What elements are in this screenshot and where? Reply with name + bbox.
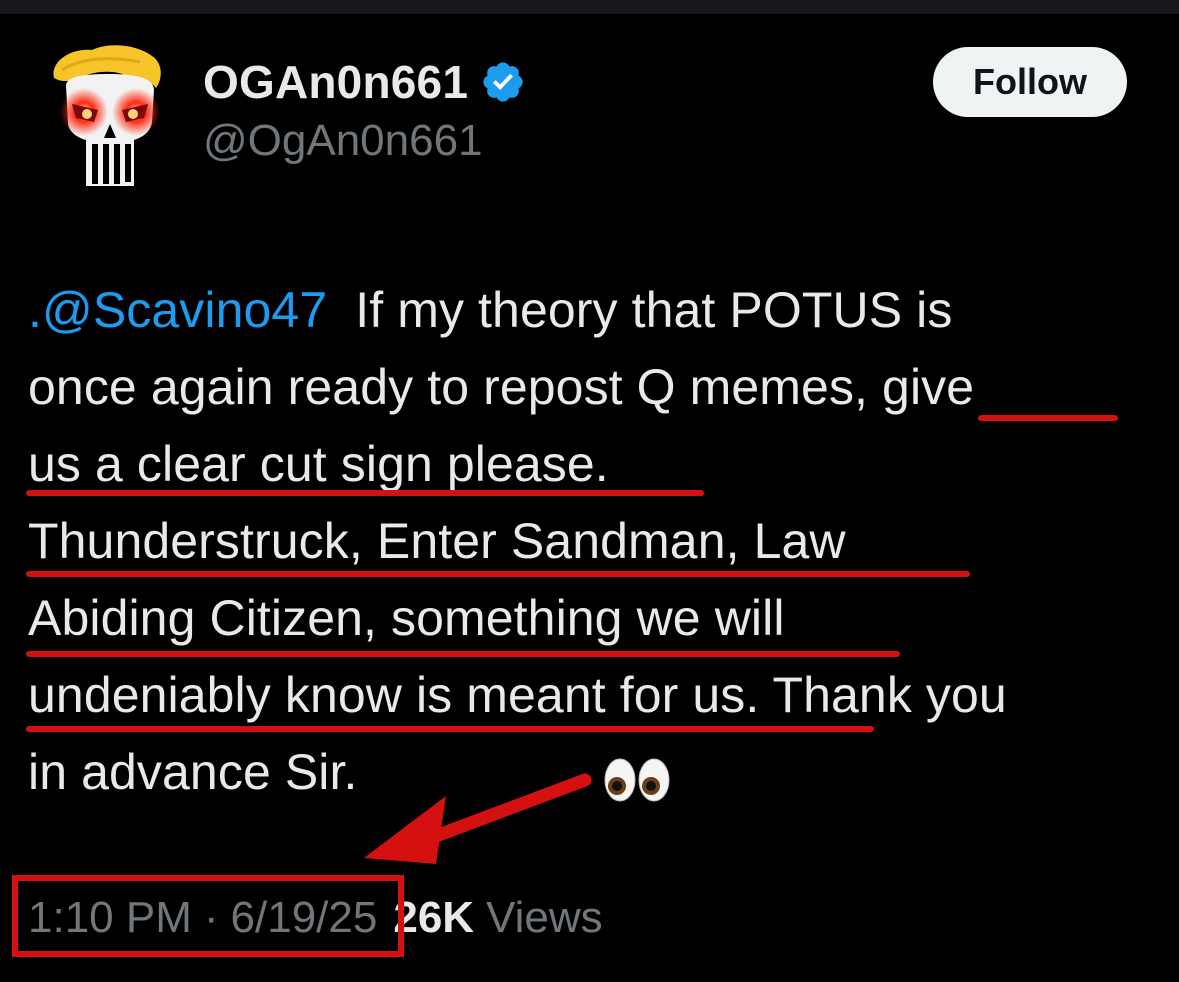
annotation-underline xyxy=(26,726,874,732)
annotation-underline xyxy=(26,571,970,577)
eyes-emoji-icon xyxy=(604,758,670,802)
tweet-line-5: Abiding Citizen, something we will xyxy=(28,590,785,646)
user-handle[interactable]: @OgAn0n661 xyxy=(203,116,483,166)
annotation-timestamp-box xyxy=(12,875,404,957)
annotation-underline xyxy=(26,651,900,657)
annotation-underline xyxy=(26,490,704,496)
annotation-underline xyxy=(978,415,1118,421)
verified-badge-icon xyxy=(483,62,523,102)
views-label: Views xyxy=(486,893,603,942)
display-name-row: OGAn0n661 xyxy=(203,52,526,112)
display-name[interactable]: OGAn0n661 xyxy=(203,55,468,109)
tweet-line-1: .@Scavino47 If my theory that POTUS is xyxy=(28,272,1168,349)
follow-button[interactable]: Follow xyxy=(933,47,1127,117)
tweet-line-4: Thunderstruck, Enter Sandman, Law xyxy=(28,513,846,569)
top-strip xyxy=(0,0,1179,14)
avatar[interactable] xyxy=(40,40,180,190)
tweet-line-6: undeniably know is meant for us. Thank y… xyxy=(28,667,1007,723)
mention-link[interactable]: .@Scavino47 xyxy=(28,282,327,338)
views-count[interactable]: 26K xyxy=(393,893,474,943)
annotation-arrow-icon xyxy=(364,773,592,864)
tweet-line-text: If my theory that POTUS is xyxy=(355,282,953,338)
